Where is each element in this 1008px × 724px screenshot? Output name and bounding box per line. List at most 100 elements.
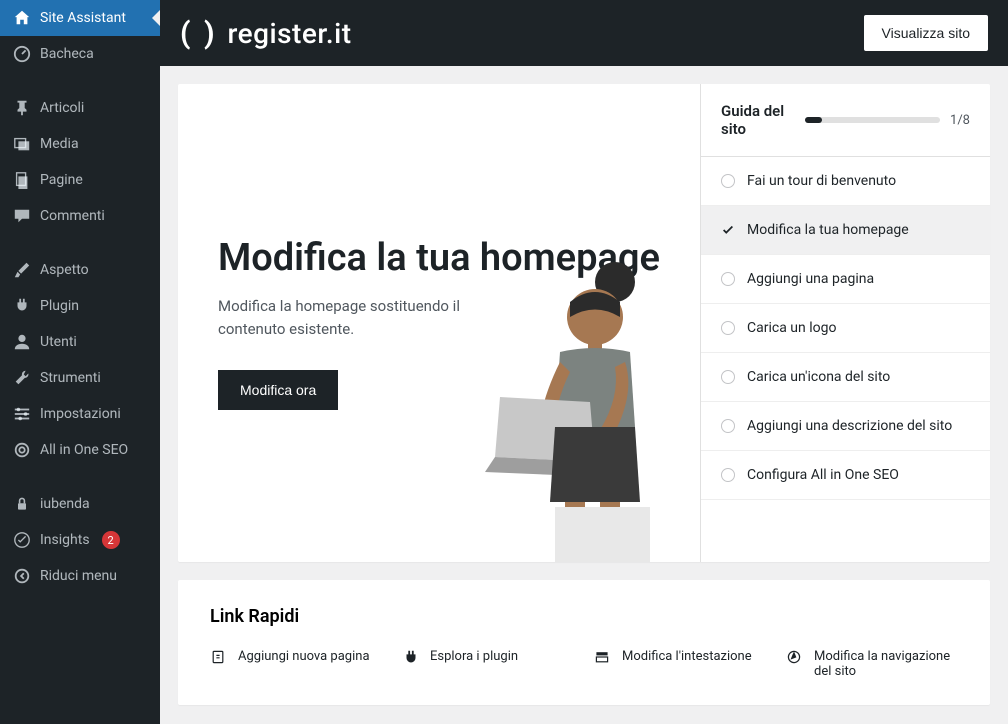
sidebar-item-impostazioni[interactable]: Impostazioni bbox=[0, 396, 160, 432]
sidebar-item-strumenti[interactable]: Strumenti bbox=[0, 360, 160, 396]
quick-links-title: Link Rapidi bbox=[210, 606, 958, 627]
admin-sidebar: Site Assistant Bacheca Articoli Media Pagine… bbox=[0, 0, 160, 724]
guide-item[interactable]: Aggiungi una pagina bbox=[701, 255, 990, 304]
quick-link-label: Modifica la navigazione del sito bbox=[814, 649, 954, 679]
sidebar-item-plugin[interactable]: Plugin bbox=[0, 288, 160, 324]
quick-link-label: Esplora i plugin bbox=[430, 649, 518, 664]
quick-link[interactable]: Modifica l'intestazione bbox=[594, 649, 762, 679]
main-area: ( ) register.it Visualizza sito Modifica… bbox=[160, 0, 1008, 724]
progress-fill bbox=[805, 117, 822, 123]
guide-item-label: Aggiungi una pagina bbox=[747, 271, 874, 287]
dashboard-icon bbox=[12, 44, 32, 64]
quick-links-grid: Aggiungi nuova pagina Esplora i plugin Mod… bbox=[210, 649, 958, 679]
sidebar-item-label: Aspetto bbox=[40, 262, 89, 278]
comment-icon bbox=[12, 206, 32, 226]
progress-text: 1/8 bbox=[950, 113, 970, 128]
user-icon bbox=[12, 332, 32, 352]
sidebar-item-label: Riduci menu bbox=[40, 568, 117, 584]
sidebar-item-all-in-one-seo[interactable]: All in One SEO bbox=[0, 432, 160, 468]
sidebar-item-label: Impostazioni bbox=[40, 406, 121, 422]
media-icon bbox=[12, 134, 32, 154]
radio-icon bbox=[721, 370, 735, 384]
lock-icon bbox=[12, 494, 32, 514]
pin-icon bbox=[12, 98, 32, 118]
plug-icon bbox=[12, 296, 32, 316]
home-icon bbox=[12, 8, 32, 28]
sidebar-item-label: Commenti bbox=[40, 208, 105, 224]
guide-item[interactable]: Modifica la tua homepage bbox=[701, 206, 990, 255]
guide-item[interactable]: Carica un'icona del sito bbox=[701, 353, 990, 402]
quick-link-label: Aggiungi nuova pagina bbox=[238, 649, 370, 664]
guide-item[interactable]: Configura All in One SEO bbox=[701, 451, 990, 500]
check-icon bbox=[721, 223, 735, 237]
guide-item-label: Fai un tour di benvenuto bbox=[747, 173, 896, 189]
sidebar-item-label: Articoli bbox=[40, 100, 84, 116]
radio-icon bbox=[721, 321, 735, 335]
sidebar-item-insights[interactable]: Insights 2 bbox=[0, 522, 160, 558]
guide-item-label: Modifica la tua homepage bbox=[747, 222, 909, 238]
wrench-icon bbox=[12, 368, 32, 388]
guide-list: Fai un tour di benvenuto Modifica la tua … bbox=[701, 157, 990, 562]
sidebar-item-articoli[interactable]: Articoli bbox=[0, 90, 160, 126]
quick-link[interactable]: Modifica la navigazione del sito bbox=[786, 649, 954, 679]
guide-item-label: Carica un logo bbox=[747, 320, 836, 336]
guide-progress: 1/8 bbox=[805, 113, 970, 128]
radio-icon bbox=[721, 468, 735, 482]
page-icon bbox=[12, 170, 32, 190]
sidebar-item-media[interactable]: Media bbox=[0, 126, 160, 162]
sidebar-item-label: Media bbox=[40, 136, 79, 152]
guide-item-label: Aggiungi una descrizione del sito bbox=[747, 418, 952, 434]
sidebar-item-label: Pagine bbox=[40, 172, 83, 188]
edit-now-button[interactable]: Modifica ora bbox=[218, 370, 338, 410]
plug-icon bbox=[402, 649, 420, 667]
guide-item[interactable]: Carica un logo bbox=[701, 304, 990, 353]
radio-icon bbox=[721, 272, 735, 286]
hero-card: Modifica la tua homepage Modifica la hom… bbox=[178, 84, 990, 562]
progress-bar bbox=[805, 117, 940, 123]
quick-link[interactable]: Aggiungi nuova pagina bbox=[210, 649, 378, 679]
guide-item-label: Carica un'icona del sito bbox=[747, 369, 890, 385]
visit-site-button[interactable]: Visualizza sito bbox=[864, 15, 988, 51]
logo-mark-icon: ( ) bbox=[180, 16, 217, 51]
hero-left: Modifica la tua homepage Modifica la hom… bbox=[178, 84, 700, 562]
sidebar-item-label: Insights bbox=[40, 532, 90, 548]
guide-item[interactable]: Fai un tour di benvenuto bbox=[701, 157, 990, 206]
sidebar-item-label: Bacheca bbox=[40, 46, 94, 62]
notification-badge: 2 bbox=[102, 531, 120, 549]
guide-item[interactable]: Aggiungi una descrizione del sito bbox=[701, 402, 990, 451]
sidebar-item-label: iubenda bbox=[40, 496, 90, 512]
hero-illustration bbox=[460, 252, 690, 562]
quick-link[interactable]: Esplora i plugin bbox=[402, 649, 570, 679]
header-icon bbox=[594, 649, 612, 667]
sidebar-item-label: Site Assistant bbox=[40, 10, 126, 26]
nav-icon bbox=[786, 649, 804, 667]
brush-icon bbox=[12, 260, 32, 280]
sidebar-item-label: All in One SEO bbox=[40, 442, 128, 458]
seo-icon bbox=[12, 440, 32, 460]
sliders-icon bbox=[12, 404, 32, 424]
sidebar-item-bacheca[interactable]: Bacheca bbox=[0, 36, 160, 72]
guide-title: Guida del sito bbox=[721, 102, 791, 138]
guide-header: Guida del sito 1/8 bbox=[701, 84, 990, 157]
brand-name: register.it bbox=[227, 17, 351, 50]
sidebar-item-pagine[interactable]: Pagine bbox=[0, 162, 160, 198]
hero-description: Modifica la homepage sostituendo il cont… bbox=[218, 295, 498, 340]
sidebar-item-riduci-menu[interactable]: Riduci menu bbox=[0, 558, 160, 594]
radio-icon bbox=[721, 419, 735, 433]
sidebar-item-label: Plugin bbox=[40, 298, 79, 314]
sidebar-item-commenti[interactable]: Commenti bbox=[0, 198, 160, 234]
topbar: ( ) register.it Visualizza sito bbox=[160, 0, 1008, 66]
content-scroll[interactable]: Modifica la tua homepage Modifica la hom… bbox=[160, 66, 1008, 724]
radio-icon bbox=[721, 174, 735, 188]
insights-icon bbox=[12, 530, 32, 550]
sidebar-item-aspetto[interactable]: Aspetto bbox=[0, 252, 160, 288]
sidebar-item-site-assistant[interactable]: Site Assistant bbox=[0, 0, 160, 36]
quick-links-card: Link Rapidi Aggiungi nuova pagina Esplora… bbox=[178, 580, 990, 705]
sidebar-item-label: Strumenti bbox=[40, 370, 101, 386]
site-guide-panel: Guida del sito 1/8 Fai un tour di benven… bbox=[700, 84, 990, 562]
page-plus-icon bbox=[210, 649, 228, 667]
collapse-icon bbox=[12, 566, 32, 586]
sidebar-item-iubenda[interactable]: iubenda bbox=[0, 486, 160, 522]
quick-link-label: Modifica l'intestazione bbox=[622, 649, 752, 664]
sidebar-item-utenti[interactable]: Utenti bbox=[0, 324, 160, 360]
